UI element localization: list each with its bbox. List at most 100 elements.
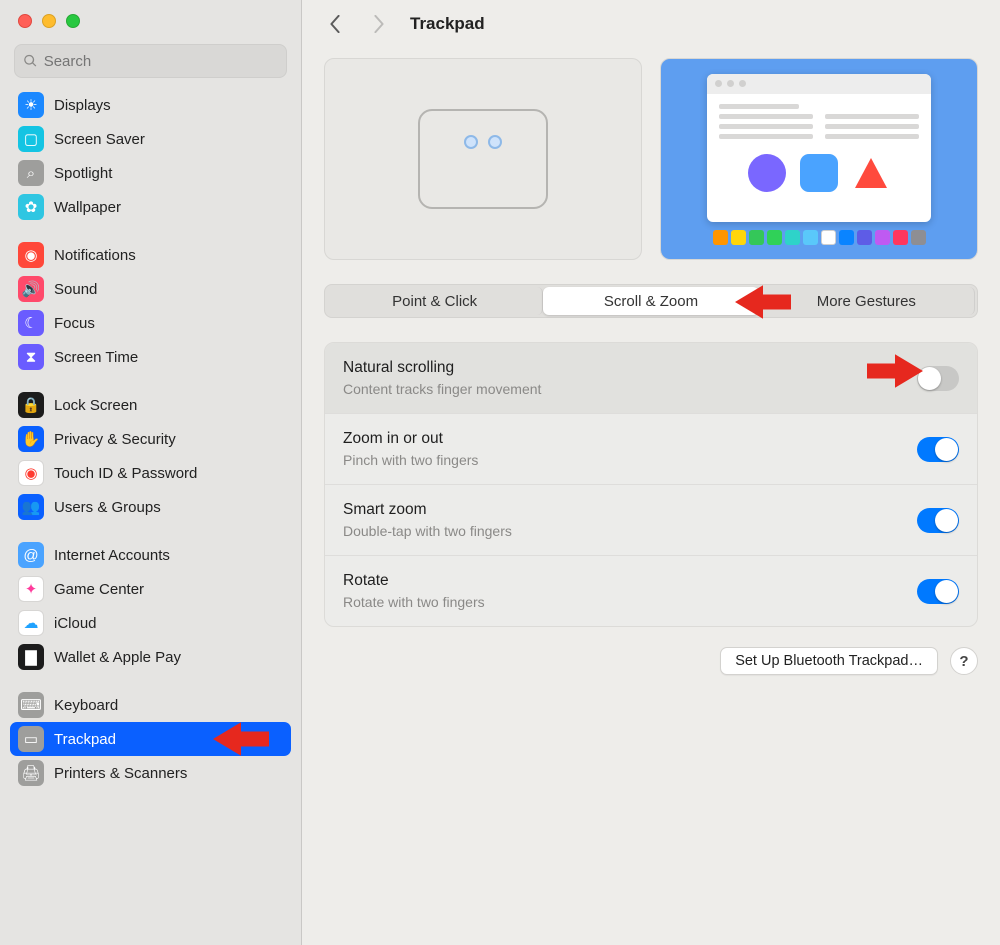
tab-gestures[interactable]: More Gestures [759,287,975,315]
displays-icon: ☀ [18,92,44,118]
spotlight-icon: ⌕ [18,160,44,186]
sidebar-item-touchid[interactable]: ◉ Touch ID & Password [10,456,291,490]
tab-scroll[interactable]: Scroll & Zoom [543,287,758,315]
sidebar-item-label: Notifications [54,247,136,264]
circle-shape-icon [748,154,786,192]
desktop-preview-card [660,58,978,260]
settings-list: Natural scrolling Content tracks finger m… [324,342,978,627]
focus-icon: ☾ [18,310,44,336]
back-button[interactable] [322,11,348,37]
sidebar-item-label: Focus [54,315,95,332]
screentime-icon: ⧗ [18,344,44,370]
setting-subtitle: Content tracks finger movement [343,381,541,397]
main-pane: Trackpad [302,0,1000,945]
toggle-smart[interactable] [917,508,959,533]
internet-icon: @ [18,542,44,568]
finger-dot-icon [488,135,502,149]
sidebar-item-label: Trackpad [54,731,116,748]
tab-point[interactable]: Point & Click [327,287,543,315]
sidebar-item-label: Sound [54,281,97,298]
sidebar-item-label: Game Center [54,581,144,598]
annotation-arrow-icon [867,353,923,389]
sidebar-item-label: Screen Saver [54,131,145,148]
lockscreen-icon: 🔒 [18,392,44,418]
sidebar-item-notifications[interactable]: ◉ Notifications [10,238,291,272]
trackpad-icon [418,109,548,209]
system-settings-window: ☀ Displays ▢ Screen Saver ⌕ Spotlight ✿ Wallpap… [0,0,1000,945]
toggle-natural[interactable] [917,366,959,391]
sidebar-item-wallpaper[interactable]: ✿ Wallpaper [10,190,291,224]
sidebar-item-privacy[interactable]: ✋Privacy & Security [10,422,291,456]
setting-title: Rotate [343,572,485,590]
sidebar-item-icloud[interactable]: ☁ iCloud [10,606,291,640]
sidebar-item-label: iCloud [54,615,97,632]
sidebar-item-screentime[interactable]: ⧗ Screen Time [10,340,291,374]
page-title: Trackpad [410,14,485,34]
sidebar-item-spotlight[interactable]: ⌕ Spotlight [10,156,291,190]
triangle-shape-icon [852,154,890,192]
help-button[interactable]: ? [950,647,978,675]
dock-icon [713,230,926,245]
sidebar-item-focus[interactable]: ☾ Focus [10,306,291,340]
tabs-segmented-control: Point & ClickScroll & ZoomMore Gestures [324,284,978,318]
setting-row-zoom: Zoom in or outPinch with two fingers [325,414,977,485]
square-shape-icon [800,154,838,192]
sidebar-item-label: Lock Screen [54,397,137,414]
sidebar-item-label: Touch ID & Password [54,465,197,482]
gamecenter-icon: ✦ [18,576,44,602]
annotation-arrow-icon [213,721,269,757]
sidebar-item-users[interactable]: 👥Users & Groups [10,490,291,524]
minimize-window-button[interactable] [42,14,56,28]
preview-window-icon [707,74,931,222]
main-body: Point & ClickScroll & ZoomMore Gestures … [302,48,1000,695]
sidebar-item-lockscreen[interactable]: 🔒 Lock Screen [10,388,291,422]
sidebar-item-sound[interactable]: 🔊 Sound [10,272,291,306]
setting-row-natural: Natural scrolling Content tracks finger m… [325,343,977,414]
sidebar-item-screensaver[interactable]: ▢ Screen Saver [10,122,291,156]
sidebar-item-label: Screen Time [54,349,138,366]
sidebar-item-label: Spotlight [54,165,112,182]
sound-icon: 🔊 [18,276,44,302]
sidebar-item-internet[interactable]: @ Internet Accounts [10,538,291,572]
sidebar-list: ☀ Displays ▢ Screen Saver ⌕ Spotlight ✿ Wallpap… [0,88,301,945]
preview-row [324,58,978,260]
setup-bluetooth-trackpad-button[interactable]: Set Up Bluetooth Trackpad… [720,647,938,675]
touchid-icon: ◉ [18,460,44,486]
footer-buttons: Set Up Bluetooth Trackpad… ? [324,647,978,675]
sidebar: ☀ Displays ▢ Screen Saver ⌕ Spotlight ✿ Wallpap… [0,0,302,945]
setting-title: Zoom in or out [343,430,478,448]
sidebar-item-printers[interactable]: 🖨 Printers & Scanners [10,756,291,790]
icloud-icon: ☁ [18,610,44,636]
trackpad-icon: ▭ [18,726,44,752]
sidebar-item-gamecenter[interactable]: ✦ Game Center [10,572,291,606]
search-input[interactable] [44,53,278,70]
chevron-left-icon [328,15,342,33]
toggle-rotate[interactable] [917,579,959,604]
sidebar-item-label: Printers & Scanners [54,765,187,782]
sidebar-item-wallet[interactable]: ▇Wallet & Apple Pay [10,640,291,674]
gesture-preview-card [324,58,642,260]
printers-icon: 🖨 [18,760,44,786]
forward-button[interactable] [366,11,392,37]
setting-title: Smart zoom [343,501,512,519]
search-field[interactable] [14,44,287,78]
sidebar-item-keyboard[interactable]: ⌨Keyboard [10,688,291,722]
sidebar-item-label: Wallpaper [54,199,121,216]
sidebar-item-displays[interactable]: ☀ Displays [10,88,291,122]
sidebar-item-label: Wallet & Apple Pay [54,649,181,666]
privacy-icon: ✋ [18,426,44,452]
chevron-right-icon [372,15,386,33]
sidebar-item-label: Internet Accounts [54,547,170,564]
sidebar-item-label: Displays [54,97,111,114]
wallpaper-icon: ✿ [18,194,44,220]
sidebar-item-label: Keyboard [54,697,118,714]
main-header: Trackpad [302,0,1000,48]
sidebar-item-trackpad[interactable]: ▭ Trackpad [10,722,291,756]
fullscreen-window-button[interactable] [66,14,80,28]
notifications-icon: ◉ [18,242,44,268]
toggle-zoom[interactable] [917,437,959,462]
screensaver-icon: ▢ [18,126,44,152]
close-window-button[interactable] [18,14,32,28]
setting-row-rotate: RotateRotate with two fingers [325,556,977,626]
setting-title: Natural scrolling [343,359,541,377]
